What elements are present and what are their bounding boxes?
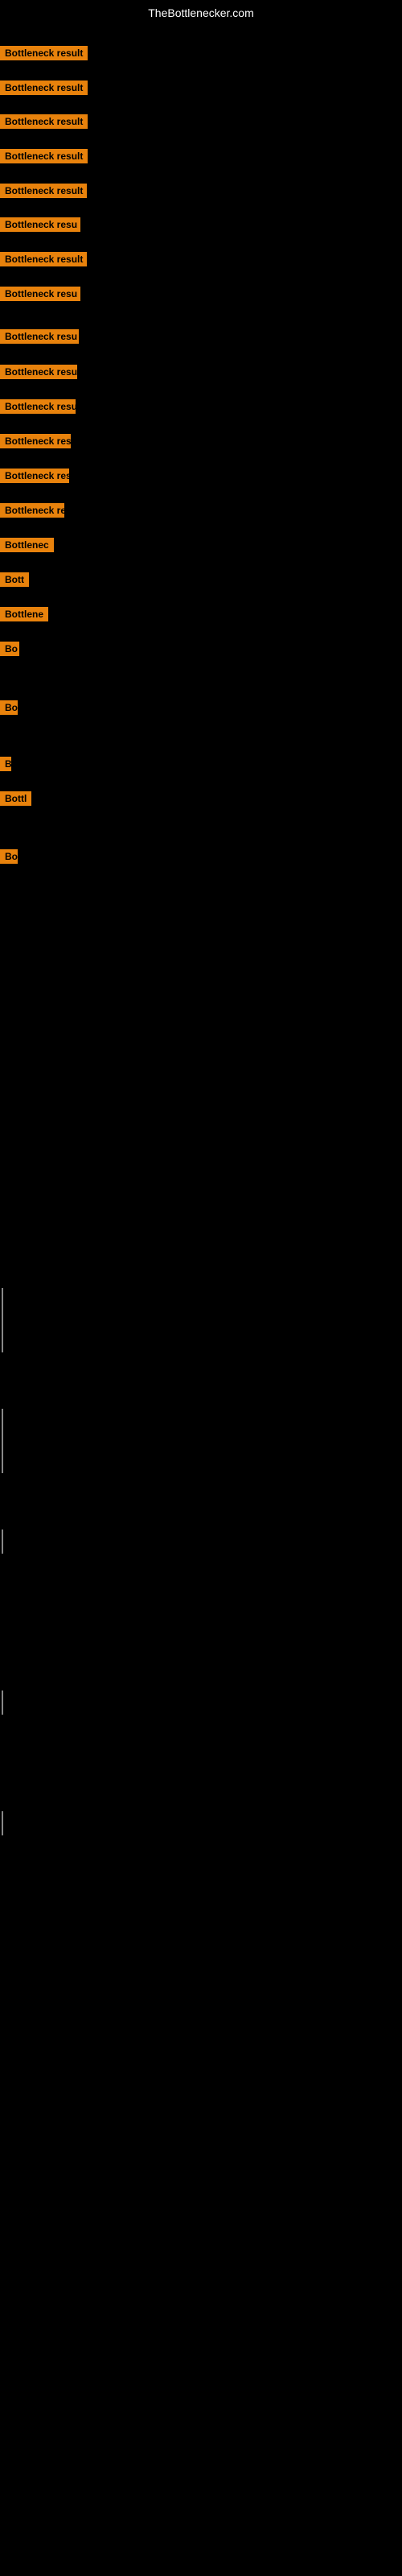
vertical-line xyxy=(2,1811,3,1835)
bottleneck-result-badge: Bottleneck res xyxy=(0,434,71,448)
bottleneck-result-badge: Bottleneck resu xyxy=(0,329,79,344)
bottleneck-result-badge: Bo xyxy=(0,642,19,656)
bottleneck-result-badge: Bottlene xyxy=(0,607,48,621)
site-title: TheBottlenecker.com xyxy=(148,6,254,19)
bottleneck-result-badge: Bottleneck resu xyxy=(0,399,76,414)
bottleneck-result-badge: Bottleneck resu xyxy=(0,217,80,232)
bottleneck-result-badge: Bottlenec xyxy=(0,538,54,552)
vertical-line xyxy=(2,1288,3,1352)
bottleneck-result-badge: Bottleneck res xyxy=(0,469,69,483)
vertical-line xyxy=(2,1530,3,1554)
bottleneck-result-badge: Bottleneck result xyxy=(0,114,88,129)
bottleneck-result-badge: Bottleneck resu xyxy=(0,365,77,379)
vertical-line xyxy=(2,1690,3,1715)
bottleneck-result-badge: Bottleneck result xyxy=(0,46,88,60)
bottleneck-result-badge: Bottl xyxy=(0,791,31,806)
bottleneck-result-badge: Bottleneck result xyxy=(0,149,88,163)
bottleneck-result-badge: Bottleneck result xyxy=(0,252,87,266)
bottleneck-result-badge: Bottleneck re xyxy=(0,503,64,518)
vertical-line xyxy=(2,1409,3,1473)
bottleneck-result-badge: Bottleneck resu xyxy=(0,287,80,301)
bottleneck-result-badge: Bo xyxy=(0,700,18,715)
bottleneck-result-badge: Bo xyxy=(0,849,18,864)
bottleneck-result-badge: Bottleneck result xyxy=(0,80,88,95)
bottleneck-result-badge: Bottleneck result xyxy=(0,184,87,198)
bottleneck-result-badge: Bott xyxy=(0,572,29,587)
bottleneck-result-badge: B xyxy=(0,757,11,771)
